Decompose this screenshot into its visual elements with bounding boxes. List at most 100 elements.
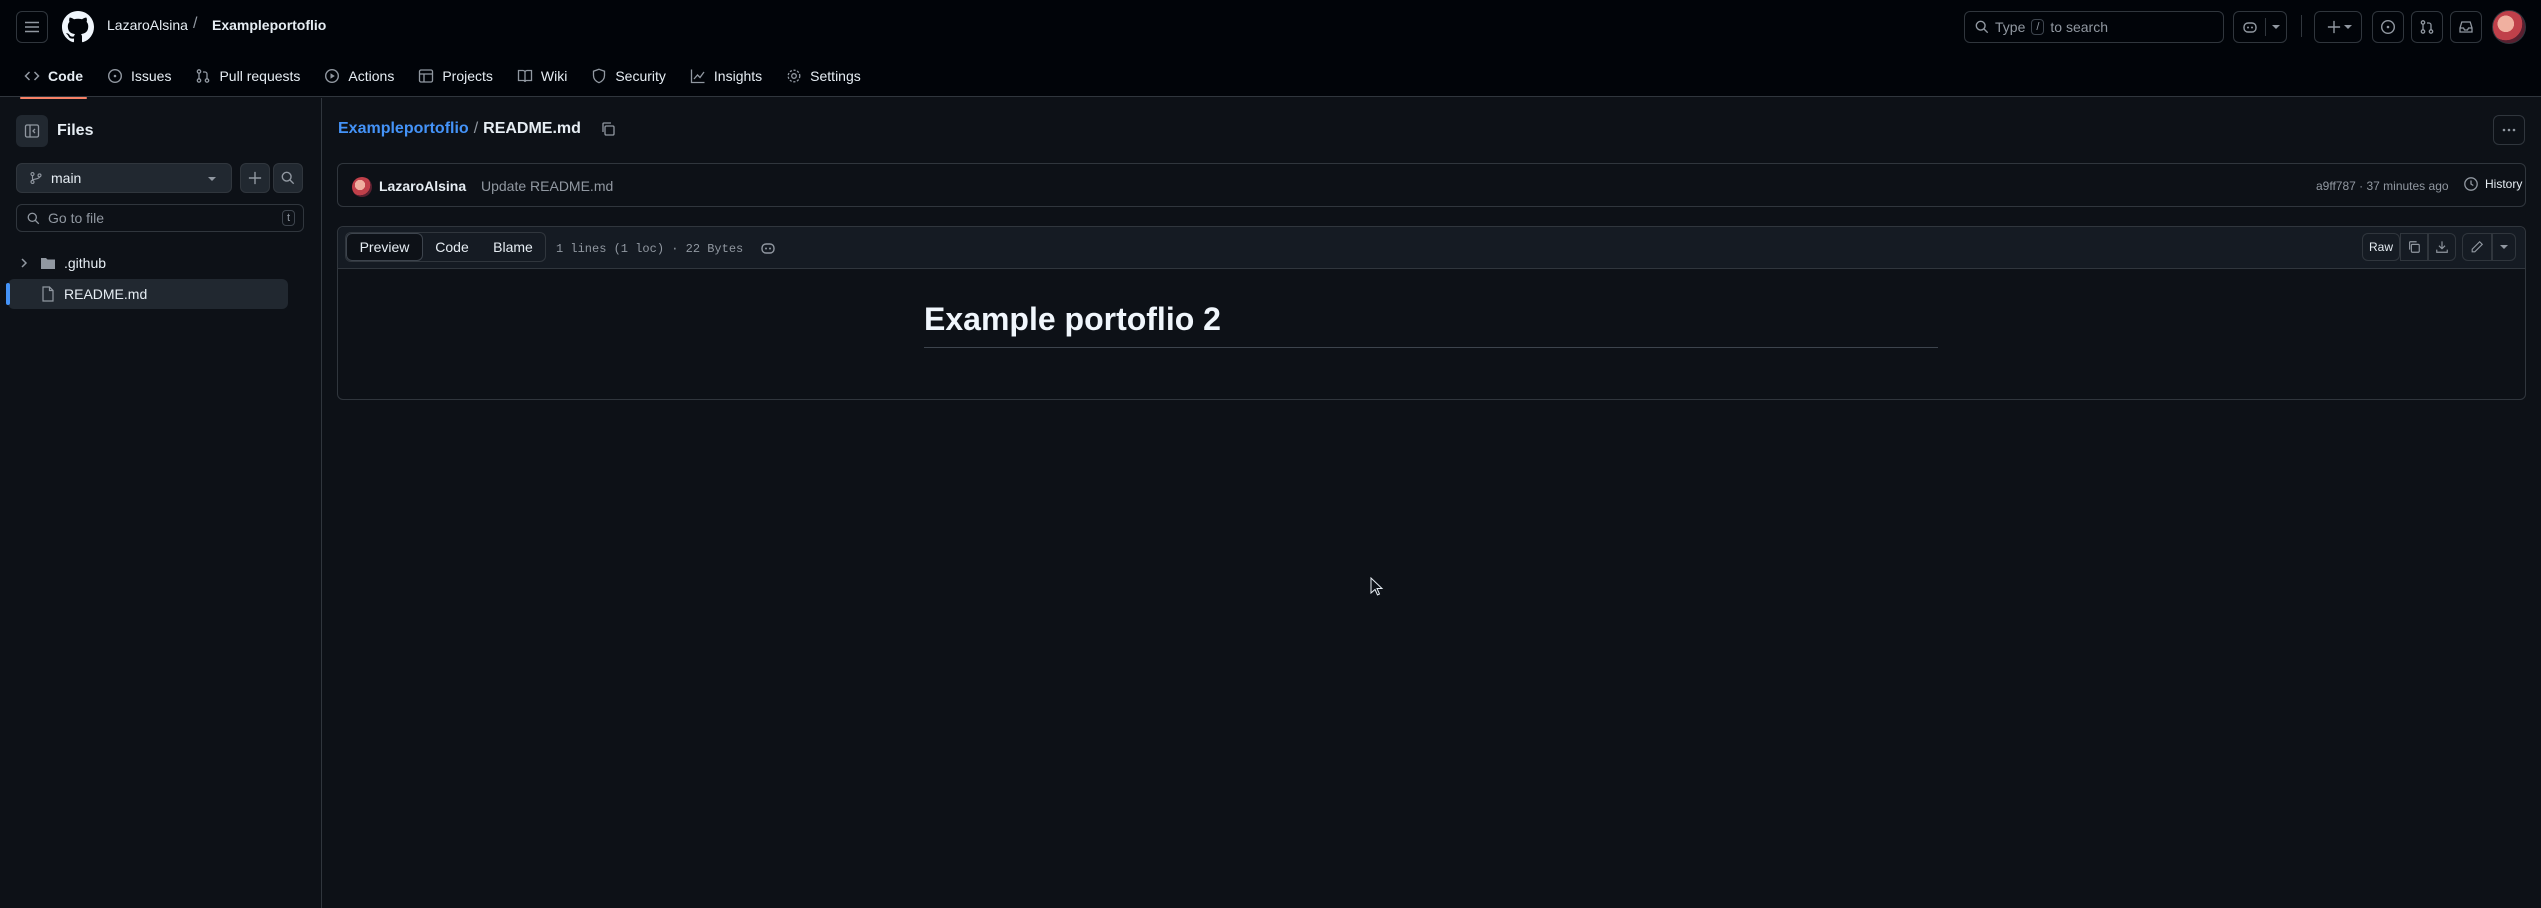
issue-opened-icon [2380,19,2396,35]
breadcrumb-separator: / [193,15,198,32]
github-mark-icon [62,11,94,43]
download-icon [2436,241,2448,253]
breadcrumb-file: README.md [483,120,581,137]
download-button[interactable] [2428,233,2456,261]
selected-indicator [6,283,10,305]
global-header: LazaroAlsina / Exampleportoflio Type / t… [0,0,2541,99]
search-icon [1975,20,1989,34]
search-suffix: to search [2050,19,2109,35]
issues-button[interactable] [2372,11,2404,43]
copy-icon[interactable] [600,121,616,137]
tree-item-file-selected[interactable]: README.md [6,279,288,309]
sidebar-title: Files [57,122,94,139]
copy-icon [2409,241,2420,253]
tab-insights[interactable]: Insights [678,58,774,94]
shield-icon [593,68,606,84]
tree-item-label: .github [64,255,107,271]
latest-commit-bar: LazaroAlsina Update README.md a9ff787 · … [337,163,2526,207]
branch-name: main [51,170,82,186]
tab-code[interactable]: Code [12,58,95,99]
tab-preview[interactable]: Preview [346,233,423,261]
hamburger-icon [25,21,39,33]
repo-nav: Code Issues Pull requests Actions Projec… [0,56,873,99]
plus-icon [248,171,262,185]
commit-author[interactable]: LazaroAlsina [379,178,466,194]
tab-label: Insights [713,68,763,84]
menu-button[interactable] [16,11,48,43]
search-input[interactable]: Type / to search [1964,11,2224,43]
edit-options-button[interactable] [2492,233,2516,261]
main-content: Exampleportoflio / README.md LazaroAlsin… [323,98,2541,908]
commit-message[interactable]: Update README.md [481,178,613,194]
kebab-horizontal-icon [2502,128,2516,132]
branch-selector[interactable]: main [16,163,232,193]
inbox-button[interactable] [2450,11,2482,43]
book-icon [517,69,533,83]
owner-link[interactable]: LazaroAlsina [107,17,188,33]
git-branch-icon [30,172,42,184]
folder-icon [41,258,55,269]
tab-actions[interactable]: Actions [312,58,406,94]
more-options-button[interactable] [2493,115,2525,145]
search-icon [27,212,40,224]
readme-content: Example portoflio 2 [924,299,1938,348]
tab-label: Security [615,68,666,84]
file-tree-sidebar: Files main Go to file t .github README.m… [0,98,322,908]
tab-label: Actions [348,68,395,84]
pull-requests-button[interactable] [2411,11,2443,43]
chevron-down-icon [2272,25,2280,29]
copilot-icon [2243,22,2257,33]
file-breadcrumb: Exampleportoflio / README.md [338,120,616,138]
tab-security[interactable]: Security [579,58,678,94]
copilot-icon[interactable] [760,240,776,256]
history-label: History [2485,177,2523,191]
tab-label: Projects [442,68,493,84]
create-new-button[interactable] [2314,11,2362,43]
add-file-button[interactable] [240,163,270,193]
view-mode-segmented-control: Preview Code Blame [345,232,546,262]
tab-label: Code [48,68,83,84]
tab-code-view[interactable]: Code [423,233,481,261]
search-icon [281,171,295,185]
tab-issues[interactable]: Issues [95,58,183,94]
chevron-down-icon [2344,25,2352,29]
readme-heading: Example portoflio 2 [924,299,1938,348]
play-icon [325,68,340,84]
tab-pull-requests[interactable]: Pull requests [183,58,312,94]
chevron-down-icon [2500,245,2508,249]
edit-file-button[interactable] [2462,233,2492,261]
copy-raw-button[interactable] [2400,233,2428,261]
pencil-icon [2471,240,2484,253]
go-to-file-input[interactable]: Go to file t [16,204,304,232]
file-viewer-header: Preview Code Blame 1 lines (1 loc) · 22 … [338,227,2525,269]
repo-link[interactable]: Exampleportoflio [212,17,326,33]
shortcut-key: t [281,210,295,226]
breadcrumb-repo-link[interactable]: Exampleportoflio [338,120,469,138]
history-button[interactable]: History [2463,176,2522,192]
github-logo[interactable] [62,11,94,43]
commit-author-avatar[interactable] [352,177,372,197]
tab-label: Wiki [540,68,568,84]
tab-blame[interactable]: Blame [481,233,545,261]
file-viewer: Preview Code Blame 1 lines (1 loc) · 22 … [337,226,2526,400]
issue-opened-icon [107,68,123,84]
search-files-button[interactable] [273,163,303,193]
avatar[interactable] [2492,10,2526,44]
table-icon [419,69,434,83]
tab-settings[interactable]: Settings [774,58,873,94]
tab-wiki[interactable]: Wiki [505,58,579,94]
git-pull-request-icon [197,69,210,83]
commit-meta[interactable]: a9ff787 · 37 minutes ago [2316,179,2449,193]
chevron-right-icon [21,258,28,268]
triangle-down-icon [208,177,216,181]
raw-button[interactable]: Raw [2362,233,2400,261]
graph-icon [690,69,705,84]
collapse-sidebar-button[interactable] [16,115,48,147]
copilot-button[interactable] [2233,11,2287,43]
divider [2301,15,2302,37]
history-icon [2464,177,2478,191]
tree-item-folder[interactable]: .github [16,249,288,277]
breadcrumb-separator: / [473,120,479,137]
sidebar-collapse-icon [24,124,40,138]
tab-projects[interactable]: Projects [406,58,505,94]
